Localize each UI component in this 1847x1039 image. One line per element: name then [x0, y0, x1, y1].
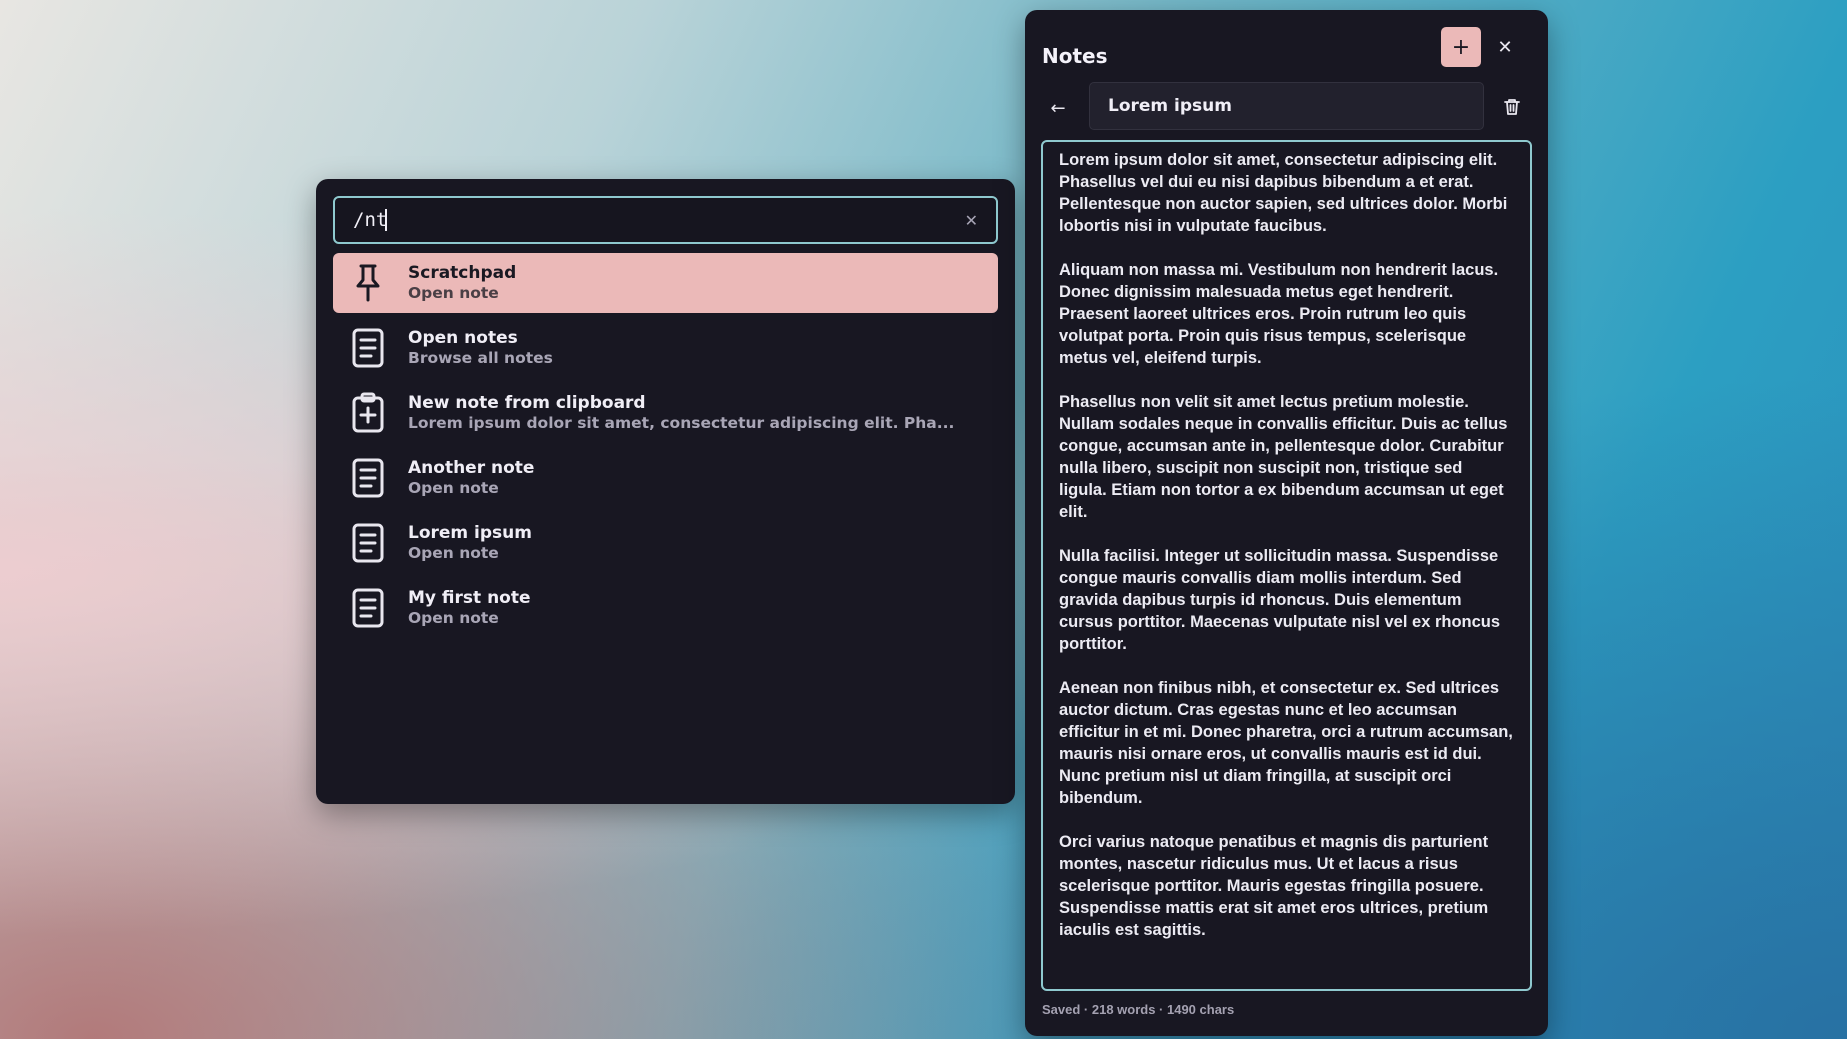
clipboard-plus-icon	[351, 391, 385, 435]
note-paragraph: Lorem ipsum dolor sit amet, consectetur …	[1059, 151, 1508, 235]
close-icon: ✕	[1497, 36, 1513, 58]
result-title: Lorem ipsum	[408, 523, 532, 543]
note-paragraph: Nulla facilisi. Integer ut sollicitudin …	[1059, 547, 1501, 653]
result-item[interactable]: Scratchpad Open note	[333, 253, 998, 313]
add-note-button[interactable]: +	[1441, 27, 1481, 67]
delete-note-button[interactable]	[1502, 95, 1522, 119]
plus-icon: +	[1451, 34, 1471, 60]
result-item[interactable]: My first note Open note	[333, 578, 998, 638]
pin-icon	[351, 261, 385, 305]
result-subtitle: Open note	[408, 479, 499, 497]
note-paragraph: Aenean non finibus nibh, et consectetur …	[1059, 679, 1513, 807]
close-button[interactable]: ✕	[1495, 36, 1515, 58]
result-item[interactable]: Another note Open note	[333, 448, 998, 508]
note-icon	[351, 326, 385, 370]
arrow-left-icon: ←	[1050, 97, 1066, 119]
result-title: My first note	[408, 588, 531, 608]
result-item[interactable]: Lorem ipsum Open note	[333, 513, 998, 573]
note-icon	[351, 586, 385, 630]
back-button[interactable]: ←	[1047, 97, 1069, 119]
note-icon	[351, 456, 385, 500]
clear-search-icon[interactable]: ✕	[965, 211, 978, 230]
launcher-panel: ✕ Scratchpad Open note Open notes Brow	[316, 179, 1015, 804]
text-caret	[385, 209, 387, 231]
result-subtitle: Open note	[408, 544, 499, 562]
result-subtitle: Open note	[408, 609, 499, 627]
search-input[interactable]	[353, 209, 387, 231]
result-title: Scratchpad	[408, 263, 517, 283]
result-title: New note from clipboard	[408, 393, 646, 413]
search-box[interactable]: ✕	[333, 196, 998, 244]
note-title-input[interactable]	[1089, 82, 1484, 130]
result-subtitle: Browse all notes	[408, 349, 553, 367]
result-item[interactable]: Open notes Browse all notes	[333, 318, 998, 378]
result-subtitle: Open note	[408, 284, 499, 302]
status-bar: Saved · 218 words · 1490 chars	[1042, 1002, 1235, 1017]
result-title: Open notes	[408, 328, 518, 348]
note-paragraph: Phasellus non velit sit amet lectus pret…	[1059, 393, 1508, 521]
results-list: Scratchpad Open note Open notes Browse a…	[333, 253, 998, 643]
result-subtitle: Lorem ipsum dolor sit amet, consectetur …	[408, 414, 955, 432]
note-icon	[351, 521, 385, 565]
result-title: Another note	[408, 458, 535, 478]
note-paragraph: Orci varius natoque penatibus et magnis …	[1059, 833, 1489, 939]
note-paragraph: Aliquam non massa mi. Vestibulum non hen…	[1059, 261, 1499, 367]
result-item[interactable]: New note from clipboard Lorem ipsum dolo…	[333, 383, 998, 443]
trash-icon	[1504, 99, 1520, 115]
notes-panel: Notes + ✕ ← Lorem ipsum dolor sit amet, …	[1025, 10, 1548, 1036]
note-editor[interactable]: Lorem ipsum dolor sit amet, consectetur …	[1041, 140, 1532, 991]
panel-title: Notes	[1042, 44, 1108, 68]
